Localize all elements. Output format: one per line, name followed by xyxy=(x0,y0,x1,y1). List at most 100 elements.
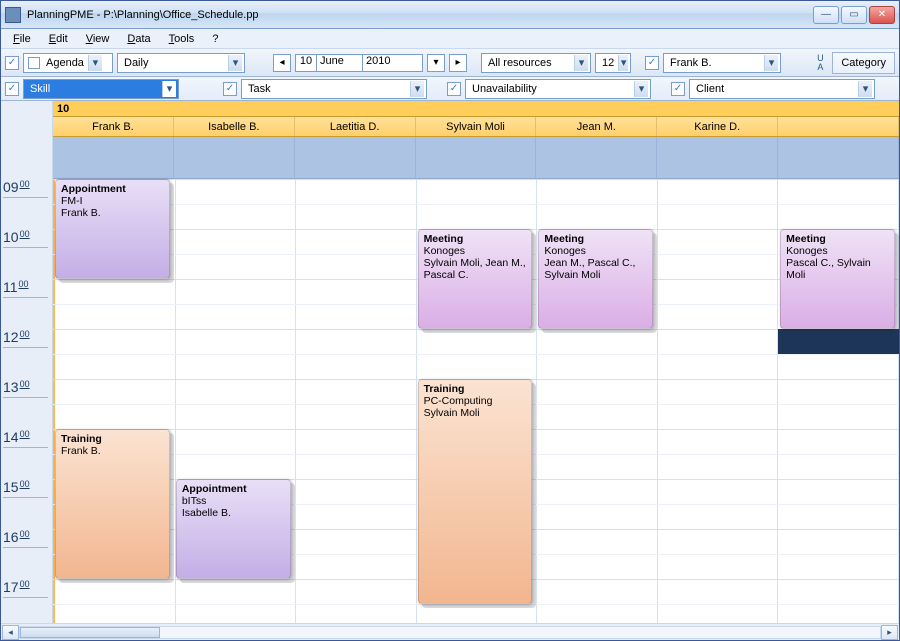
daily-combo[interactable]: Daily ▾ xyxy=(117,53,245,73)
horizontal-scrollbar[interactable]: ◂ ▸ xyxy=(1,623,899,640)
allday-cell[interactable] xyxy=(295,137,416,178)
skill-combo[interactable]: Skill ▾ xyxy=(23,79,179,99)
person-combo[interactable]: Frank B. ▾ xyxy=(663,53,781,73)
date-next-button[interactable]: ▸ xyxy=(449,54,467,72)
chevron-down-icon: ▾ xyxy=(618,55,628,71)
client-combo[interactable]: Client ▾ xyxy=(689,79,875,99)
event[interactable]: TrainingPC-ComputingSylvain Moli xyxy=(418,379,533,604)
date-box: 10 June 2010 xyxy=(295,53,423,73)
resource-count-label: 12 xyxy=(598,57,618,69)
menu-file-label: ile xyxy=(20,33,31,45)
unavailability-combo[interactable]: Unavailability ▾ xyxy=(465,79,651,99)
resource-header[interactable]: Jean M. xyxy=(536,117,657,136)
grid-column[interactable] xyxy=(296,179,417,623)
schedule-area: 090010001100120013001400150016001700 10 … xyxy=(1,101,899,623)
sort-toggle[interactable]: U A xyxy=(812,54,828,72)
chevron-down-icon: ▾ xyxy=(634,81,648,97)
agenda-combo[interactable]: Agenda ▾ xyxy=(23,53,113,73)
scroll-right-button[interactable]: ▸ xyxy=(881,625,898,640)
toolbar-main: Agenda ▾ Daily ▾ ◂ 10 June 2010 ▾ ▸ All … xyxy=(1,49,899,77)
scroll-left-button[interactable]: ◂ xyxy=(2,625,19,640)
menu-help[interactable]: ? xyxy=(204,31,226,47)
resource-header[interactable]: Laetitia D. xyxy=(295,117,416,136)
chevron-down-icon: ▾ xyxy=(858,81,872,97)
sort-a-label: A xyxy=(812,63,828,72)
allday-cell[interactable] xyxy=(536,137,657,178)
calendar-icon xyxy=(28,57,40,69)
allday-cell[interactable] xyxy=(416,137,537,178)
chevron-down-icon: ▾ xyxy=(88,55,102,71)
event[interactable]: MeetingKonogesPascal C., Sylvain Moli xyxy=(780,229,895,329)
resources-label: All resources xyxy=(484,57,574,69)
titlebar: PlanningPME - P:\Planning\Office_Schedul… xyxy=(1,1,899,29)
resource-header[interactable] xyxy=(778,117,899,136)
time-label: 1300 xyxy=(3,379,30,395)
day-bar: 10 xyxy=(53,101,899,117)
event[interactable]: MeetingKonogesSylvain Moli, Jean M., Pas… xyxy=(418,229,533,329)
time-label: 1600 xyxy=(3,529,30,545)
unavailability-label: Unavailability xyxy=(468,83,634,95)
date-month-input[interactable]: June xyxy=(317,54,363,72)
menubar: File Edit View Data Tools ? xyxy=(1,29,899,49)
event[interactable]: TrainingFrank B. xyxy=(55,429,170,579)
allday-cell[interactable] xyxy=(778,137,899,178)
chevron-down-icon: ▾ xyxy=(410,81,424,97)
resources-combo[interactable]: All resources ▾ xyxy=(481,53,591,73)
event[interactable]: MeetingKonogesJean M., Pascal C., Sylvai… xyxy=(538,229,653,329)
allday-cell[interactable] xyxy=(174,137,295,178)
resource-header[interactable]: Isabelle B. xyxy=(174,117,295,136)
agenda-check[interactable] xyxy=(5,56,19,70)
task-combo[interactable]: Task ▾ xyxy=(241,79,427,99)
time-label: 0900 xyxy=(3,179,30,195)
time-label: 1500 xyxy=(3,479,30,495)
event[interactable]: AppointmentbITssIsabelle B. xyxy=(176,479,291,579)
grid-main: 10 Frank B.Isabelle B.Laetitia D.Sylvain… xyxy=(53,101,899,623)
skill-check[interactable] xyxy=(5,82,19,96)
date-dropdown-button[interactable]: ▾ xyxy=(427,54,445,72)
task-check[interactable] xyxy=(223,82,237,96)
client-check[interactable] xyxy=(671,82,685,96)
date-year-input[interactable]: 2010 xyxy=(363,54,423,72)
maximize-button[interactable]: ▭ xyxy=(841,6,867,24)
chevron-down-icon: ▾ xyxy=(228,55,242,71)
time-column: 090010001100120013001400150016001700 xyxy=(1,101,53,623)
menu-data[interactable]: Data xyxy=(119,31,158,47)
date-day-input[interactable]: 10 xyxy=(295,54,317,72)
chevron-down-icon: ▾ xyxy=(574,55,588,71)
menu-tools[interactable]: Tools xyxy=(161,31,203,47)
date-prev-button[interactable]: ◂ xyxy=(273,54,291,72)
time-label: 1700 xyxy=(3,579,30,595)
person-label: Frank B. xyxy=(666,57,764,69)
time-label: 1400 xyxy=(3,429,30,445)
resource-header[interactable]: Sylvain Moli xyxy=(416,117,537,136)
scroll-thumb[interactable] xyxy=(20,627,160,638)
filter-bar: Skill ▾ Task ▾ Unavailability ▾ Client ▾ xyxy=(1,77,899,101)
category-button[interactable]: Category xyxy=(832,52,895,74)
allday-cell[interactable] xyxy=(53,137,174,178)
schedule-grid[interactable]: AppointmentFM-IFrank B. MeetingKonogesSyl… xyxy=(53,179,899,623)
window-title: PlanningPME - P:\Planning\Office_Schedul… xyxy=(27,9,811,21)
event[interactable]: AppointmentFM-IFrank B. xyxy=(55,179,170,279)
resource-header[interactable]: Karine D. xyxy=(657,117,778,136)
menu-file[interactable]: File xyxy=(5,31,39,47)
resource-count-combo[interactable]: 12 ▾ xyxy=(595,53,631,73)
app-window: PlanningPME - P:\Planning\Office_Schedul… xyxy=(0,0,900,641)
category-label: Category xyxy=(841,57,886,69)
person-check[interactable] xyxy=(645,56,659,70)
grid-column[interactable] xyxy=(658,179,779,623)
unavailability-check[interactable] xyxy=(447,82,461,96)
menu-edit[interactable]: Edit xyxy=(41,31,76,47)
menu-view[interactable]: View xyxy=(78,31,118,47)
minimize-button[interactable]: — xyxy=(813,6,839,24)
allday-bar xyxy=(53,137,899,179)
resource-header[interactable]: Frank B. xyxy=(53,117,174,136)
resource-bar: Frank B.Isabelle B.Laetitia D.Sylvain Mo… xyxy=(53,117,899,137)
allday-cell[interactable] xyxy=(657,137,778,178)
task-label: Task xyxy=(244,83,410,95)
app-icon xyxy=(5,7,21,23)
scroll-track[interactable] xyxy=(19,626,881,639)
chevron-down-icon: ▾ xyxy=(764,55,778,71)
close-button[interactable]: ✕ xyxy=(869,6,895,24)
time-label: 1100 xyxy=(3,279,29,295)
time-label: 1200 xyxy=(3,329,30,345)
